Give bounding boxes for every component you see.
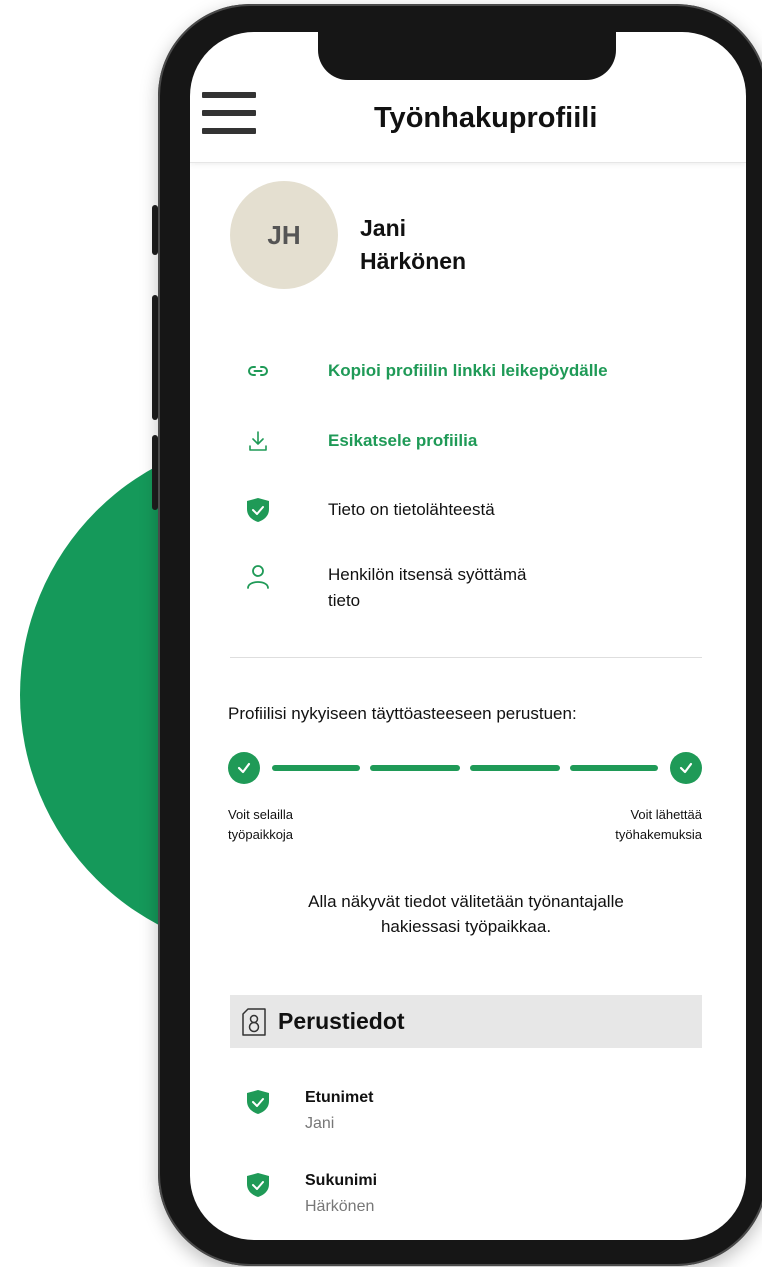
download-icon	[249, 431, 267, 451]
legend-self-entered-line1: Henkilön itsensä syöttämä	[328, 565, 527, 584]
legend-self-entered-line2: tieto	[328, 591, 361, 610]
progress-left-line1: Voit selailla	[228, 807, 294, 822]
legend-self-entered: Henkilön itsensä syöttämä tieto	[190, 562, 746, 614]
profile-progress-bar	[228, 750, 704, 786]
field-value: Jani	[305, 1115, 335, 1132]
employer-notice: Alla näkyvät tiedot välitetään työnantaj…	[230, 889, 702, 939]
page-title: Työnhakuprofiili	[374, 102, 598, 134]
legend-source-text: Tieto on tietolähteestä	[328, 500, 495, 519]
progress-segment	[470, 765, 560, 771]
progress-segment	[370, 765, 460, 771]
phone-screen: Työnhakuprofiili JH Jani Härkönen Kopioi…	[190, 32, 746, 1240]
copy-profile-link-action[interactable]: Kopioi profiilin linkki leikepöydälle	[190, 358, 746, 384]
shield-check-icon	[247, 1173, 269, 1197]
section-header-basic-info: Perustiedot	[230, 995, 702, 1048]
link-icon	[248, 366, 268, 376]
legend-source-data: Tieto on tietolähteestä	[190, 497, 746, 523]
shield-check-icon	[247, 1090, 269, 1114]
copy-profile-link[interactable]: Kopioi profiilin linkki leikepöydälle	[328, 358, 608, 384]
divider	[230, 657, 702, 658]
progress-end-check-icon	[670, 752, 702, 784]
field-label: Etunimet	[305, 1089, 374, 1106]
avatar: JH	[230, 181, 338, 289]
phone-notch	[318, 30, 616, 80]
preview-profile-action[interactable]: Esikatsele profiilia	[190, 428, 746, 454]
shield-check-icon	[247, 498, 269, 522]
avatar-initials: JH	[267, 219, 301, 250]
profile-name: Jani Härkönen	[360, 212, 466, 278]
progress-right-line1: Voit lähettää	[630, 807, 702, 822]
profile-last-name: Härkönen	[360, 248, 467, 274]
field-value: Härkönen	[305, 1198, 375, 1215]
progress-left-label: Voit selailla työpaikkoja	[228, 805, 293, 845]
hamburger-menu-icon[interactable]	[202, 92, 256, 136]
field-label: Sukunimi	[305, 1172, 378, 1189]
person-icon	[247, 565, 269, 589]
preview-profile-link[interactable]: Esikatsele profiilia	[328, 428, 477, 454]
field-first-names: Etunimet Jani	[190, 1087, 746, 1137]
notice-line2: hakiessasi työpaikkaa.	[380, 917, 552, 936]
profile-first-name: Jani	[360, 215, 407, 241]
id-card-icon	[242, 1007, 266, 1036]
progress-segment	[570, 765, 658, 771]
progress-segment	[272, 765, 360, 771]
field-last-name: Sukunimi Härkönen	[190, 1170, 746, 1220]
progress-left-line2: työpaikkoja	[228, 827, 294, 842]
progress-right-line2: työhakemuksia	[615, 827, 702, 842]
progress-right-label: Voit lähettää työhakemuksia	[615, 805, 702, 845]
section-title: Perustiedot	[278, 1008, 405, 1034]
notice-line1: Alla näkyvät tiedot välitetään työnantaj…	[308, 892, 624, 911]
progress-title: Profiilisi nykyiseen täyttöasteeseen per…	[228, 704, 577, 723]
progress-start-check-icon	[228, 752, 260, 784]
